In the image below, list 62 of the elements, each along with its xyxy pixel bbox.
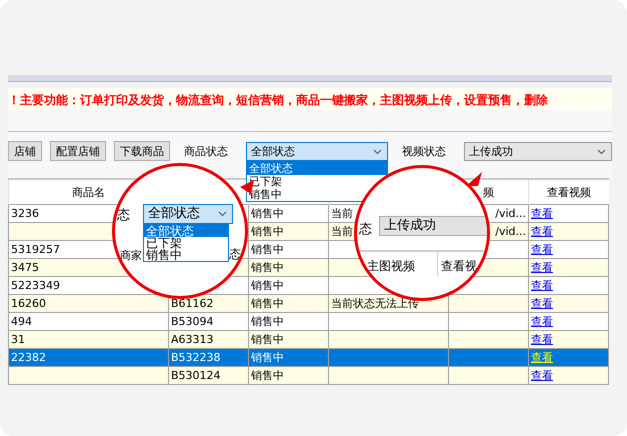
view-link[interactable]: 查看 [531,261,553,274]
table-cell: B61162 [171,297,214,310]
table-cell: 销售中 [251,261,284,274]
table-cell: 销售中 [251,369,284,382]
view-link[interactable]: 查看 [531,279,553,292]
column-header: 频 [483,186,494,198]
table-cell: 销售中 [251,315,284,328]
toolbar-button[interactable]: 下载商品 [114,141,170,162]
field-label: 态 [359,221,372,238]
table-cell: 当前 [331,225,353,238]
table-cell: B532238 [171,351,221,364]
table-cell: 销售中 [251,351,284,364]
video-status-label: 视频状态 [402,144,446,159]
column-header: 态 [229,246,241,263]
table-cell: 销售中 [251,333,284,346]
view-link[interactable]: 查看 [531,225,553,238]
pointer-icon [466,172,482,186]
marquee-text: ！主要功能：订单打印及发货，物流查询，短信营销，商品一键搬家，主图视频上传，设置预售，删除 [8,88,612,110]
video-status-select[interactable]: 上传成功 [464,142,612,161]
table-cell: 销售中 [251,243,284,256]
table-cell: /vid... [495,207,526,220]
column-header: 主图视频 [367,258,415,275]
chevron-icon [597,148,606,155]
table-cell: 5319257 [11,243,60,256]
view-link[interactable]: 查看 [531,333,553,346]
table-cell: 22382 [11,351,46,364]
table-cell: B53094 [171,315,214,328]
column-header: 商家 [120,248,142,263]
view-link[interactable]: 查看 [531,315,553,328]
product-status-label: 商品状态 [184,144,228,159]
view-link[interactable]: 查看 [531,207,553,220]
chevron-icon [373,148,382,155]
column-header: 查看视频 [546,186,591,198]
table-cell: 16260 [11,297,46,310]
field-label: 态 [117,207,130,224]
table-cell: 31 [11,333,25,346]
view-link[interactable]: 查看 [531,369,553,382]
chevron-icon [218,211,227,217]
table-cell: /vid... [495,225,526,238]
table-cell: 当前 [331,207,353,220]
dropdown-option[interactable]: 全部状态 [144,225,228,237]
table-cell: 3236 [11,207,39,220]
table-cell: B530124 [171,369,221,382]
column-header: 商品名 [72,186,105,198]
status-select[interactable]: 全部状态 [143,204,233,224]
table-cell: 销售中 [251,225,284,238]
view-link[interactable]: 查看 [531,243,553,256]
table-cell: 494 [11,315,32,328]
table-cell: 5223349 [11,279,60,292]
table-cell: 3475 [11,261,39,274]
table-cell: 销售中 [251,207,284,220]
dropdown-option[interactable]: 全部状态 [247,162,387,175]
column-header: 查看视 [441,258,477,275]
status-select[interactable]: 上传成功 [379,216,487,236]
view-link[interactable]: 查看 [531,297,553,310]
toolbar-button[interactable]: 店铺 [8,141,42,162]
toolbar-button[interactable]: 配置店铺 [50,141,106,162]
table-cell: 销售中 [251,297,284,310]
view-link[interactable]: 查看 [531,351,553,364]
table-cell: A63313 [171,333,214,346]
product-status-select[interactable]: 全部状态 [246,142,388,161]
table-cell: 销售中 [251,279,284,292]
